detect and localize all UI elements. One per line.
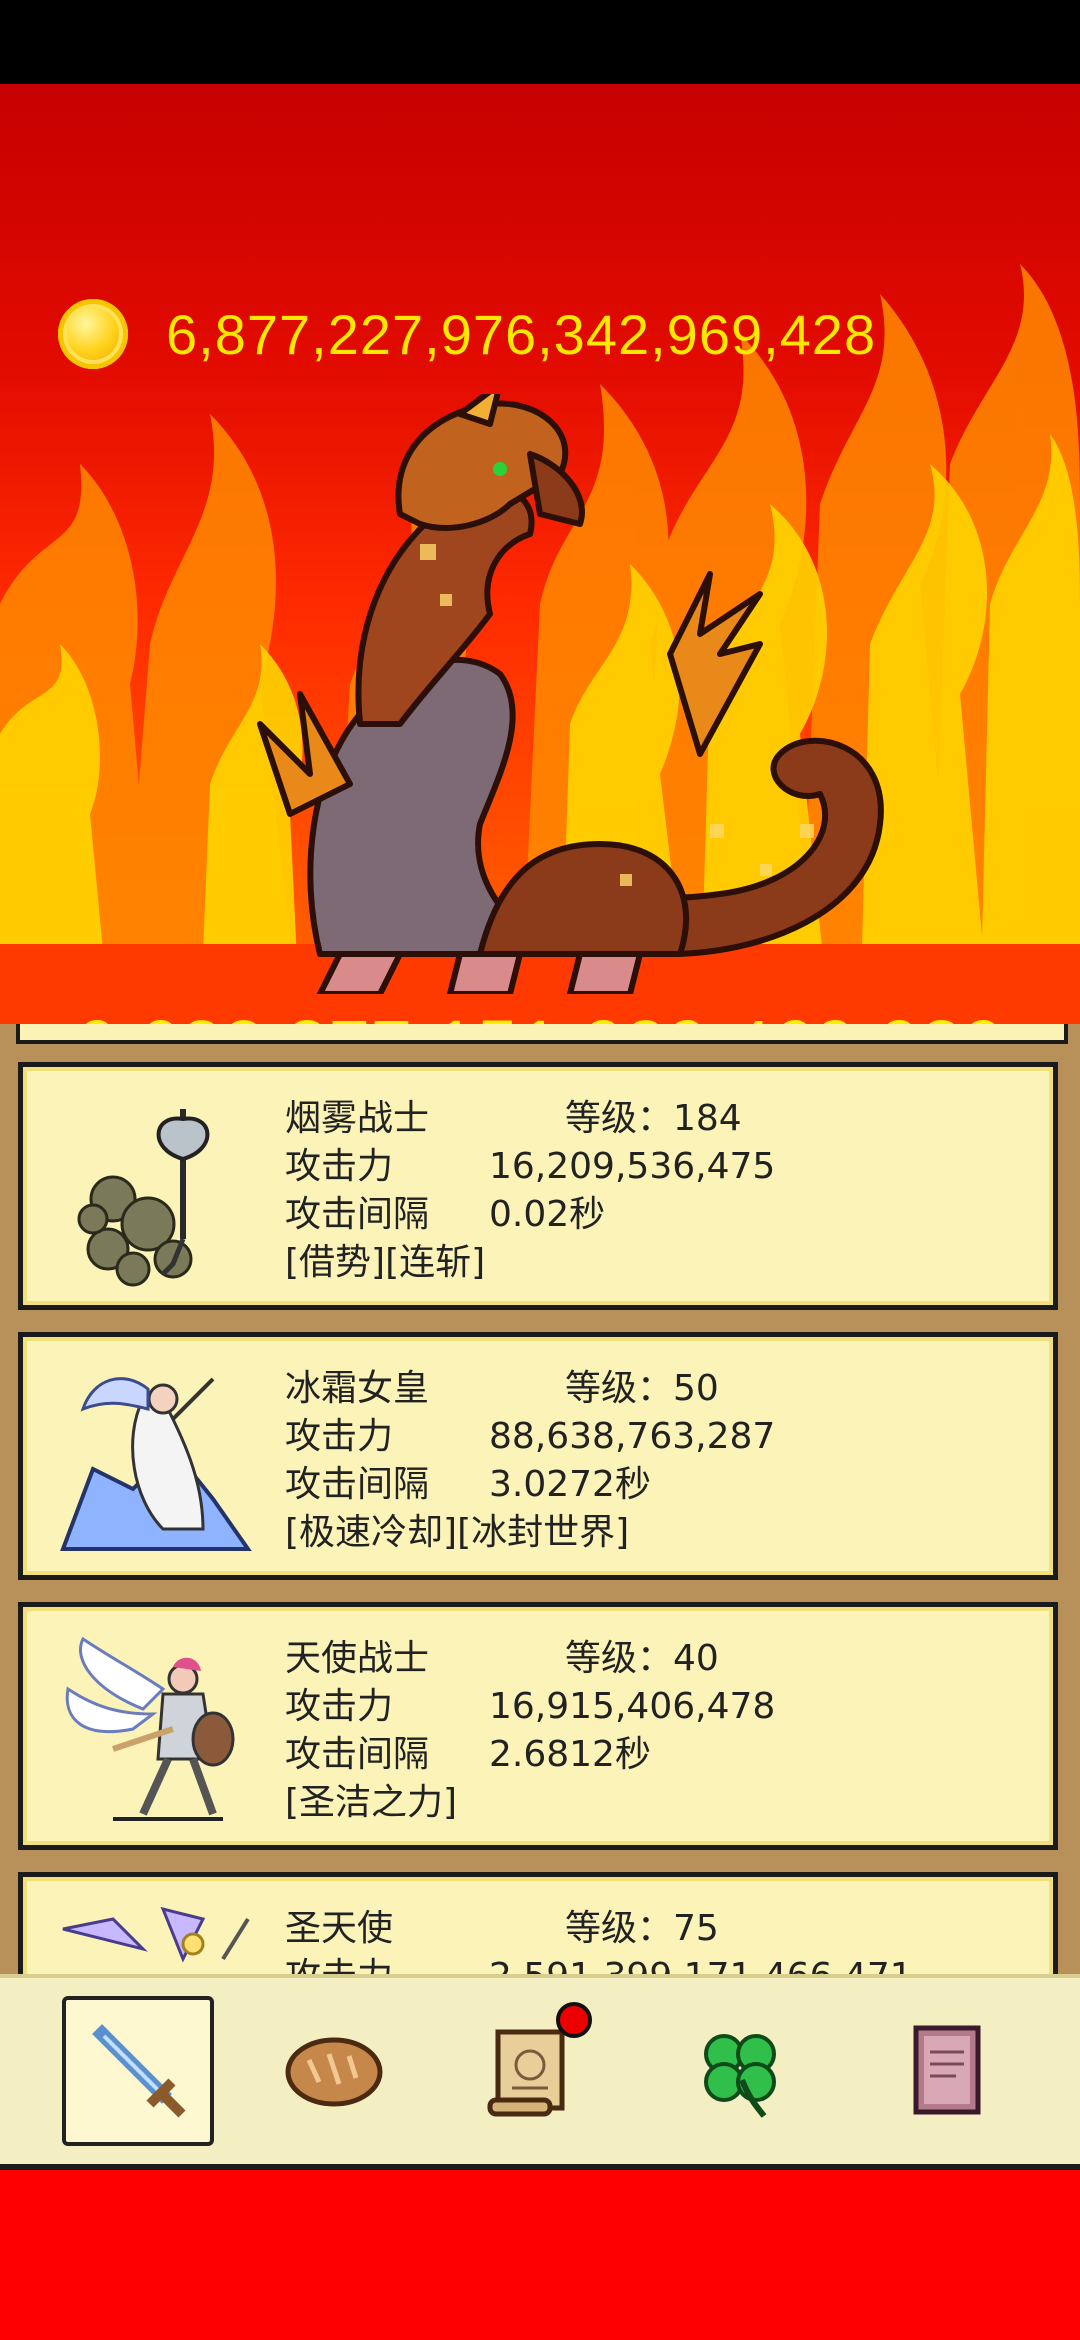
frost-queen-portrait bbox=[60, 1377, 252, 1551]
attack-value: 16,915,406,478 bbox=[489, 1686, 776, 1727]
hero-list[interactable]: 烟雾战士 等级：184 攻击力 16,209,536,475 攻击间隔 0.02… bbox=[0, 1024, 1080, 1974]
attack-value: 2,591,399,171,466,471 bbox=[489, 1953, 913, 1974]
attack-label: 攻击力 bbox=[285, 1416, 394, 1457]
bread-icon bbox=[285, 2037, 383, 2107]
hero-name: 圣天使 bbox=[285, 1908, 394, 1949]
interval-label: 攻击间隔 bbox=[285, 1464, 430, 1505]
interval-label: 攻击间隔 bbox=[285, 1734, 430, 1775]
bottom-nav bbox=[0, 1974, 1080, 2170]
attack-label: 攻击力 bbox=[285, 1953, 489, 1974]
hero-info: 冰霜女皇 等级：50 攻击力 88,638,763,287 攻击间隔 3.027… bbox=[285, 1365, 775, 1557]
nav-heroes-button[interactable] bbox=[62, 1996, 214, 2146]
nav-scroll-button[interactable] bbox=[454, 1996, 606, 2146]
hero-card-frost-queen[interactable]: 冰霜女皇 等级：50 攻击力 88,638,763,287 攻击间隔 3.027… bbox=[18, 1332, 1058, 1580]
hero-info: 天使战士 等级：40 攻击力 16,915,406,478 攻击间隔 2.681… bbox=[285, 1635, 775, 1827]
hero-name: 烟雾战士 bbox=[285, 1098, 430, 1139]
nav-bread-button[interactable] bbox=[258, 1996, 410, 2146]
hero-skills: [圣洁之力] bbox=[285, 1782, 458, 1823]
sword-icon bbox=[92, 2024, 186, 2118]
book-icon bbox=[913, 2025, 981, 2115]
hero-info: 圣天使 等级：75 攻击力 2,591,399,171,466,471 bbox=[285, 1905, 913, 1974]
interval-value: 3.0272秒 bbox=[489, 1464, 651, 1505]
attack-value: 88,638,763,287 bbox=[489, 1416, 776, 1457]
battle-scene[interactable]: 6,877,227,976,342,969,428 6,622,877,151,… bbox=[0, 84, 1080, 1024]
gold-amount: 6,877,227,976,342,969,428 bbox=[166, 302, 877, 366]
status-bar bbox=[0, 0, 1080, 84]
smoke-axe-warrior-portrait bbox=[77, 1109, 210, 1287]
hero-skills: [借势][连斩] bbox=[285, 1242, 486, 1283]
gold-counter: 6,877,227,976,342,969,428 bbox=[58, 294, 876, 374]
hero-level: 等级：50 bbox=[565, 1368, 719, 1409]
list-top-edge bbox=[16, 1024, 1068, 1044]
boss-hp-value: 6,622,877,151,029,469,039 bbox=[0, 1004, 1080, 1024]
hero-level: 等级：75 bbox=[565, 1908, 719, 1949]
hero-card-angel-warrior[interactable]: 天使战士 等级：40 攻击力 16,915,406,478 攻击间隔 2.681… bbox=[18, 1602, 1058, 1850]
hero-info: 烟雾战士 等级：184 攻击力 16,209,536,475 攻击间隔 0.02… bbox=[285, 1095, 775, 1287]
attack-label: 攻击力 bbox=[285, 1146, 394, 1187]
interval-value: 0.02秒 bbox=[489, 1194, 606, 1235]
interval-label: 攻击间隔 bbox=[285, 1194, 430, 1235]
hero-name: 天使战士 bbox=[285, 1638, 430, 1679]
holy-angel-portrait bbox=[62, 1906, 250, 1963]
attack-label: 攻击力 bbox=[285, 1686, 394, 1727]
nav-book-button[interactable] bbox=[870, 1996, 1022, 2146]
footer-background bbox=[0, 2170, 1080, 2340]
hero-name: 冰霜女皇 bbox=[285, 1368, 430, 1409]
hero-card-holy-angel[interactable]: 圣天使 等级：75 攻击力 2,591,399,171,466,471 bbox=[18, 1872, 1058, 1974]
angel-warrior-portrait bbox=[65, 1636, 235, 1821]
nav-clover-button[interactable] bbox=[664, 1996, 816, 2146]
hero-level: 等级：40 bbox=[565, 1638, 719, 1679]
attack-value: 16,209,536,475 bbox=[489, 1146, 776, 1187]
gold-coin-icon bbox=[58, 299, 128, 369]
fire-dragon-boss[interactable] bbox=[200, 394, 920, 994]
hero-skills: [极速冷却][冰封世界] bbox=[285, 1512, 630, 1553]
notification-badge bbox=[556, 2002, 592, 2038]
hero-card-smoke-warrior[interactable]: 烟雾战士 等级：184 攻击力 16,209,536,475 攻击间隔 0.02… bbox=[18, 1062, 1058, 1310]
clover-icon bbox=[704, 2034, 776, 2118]
hero-level: 等级：184 bbox=[565, 1098, 742, 1139]
interval-value: 2.6812秒 bbox=[489, 1734, 651, 1775]
